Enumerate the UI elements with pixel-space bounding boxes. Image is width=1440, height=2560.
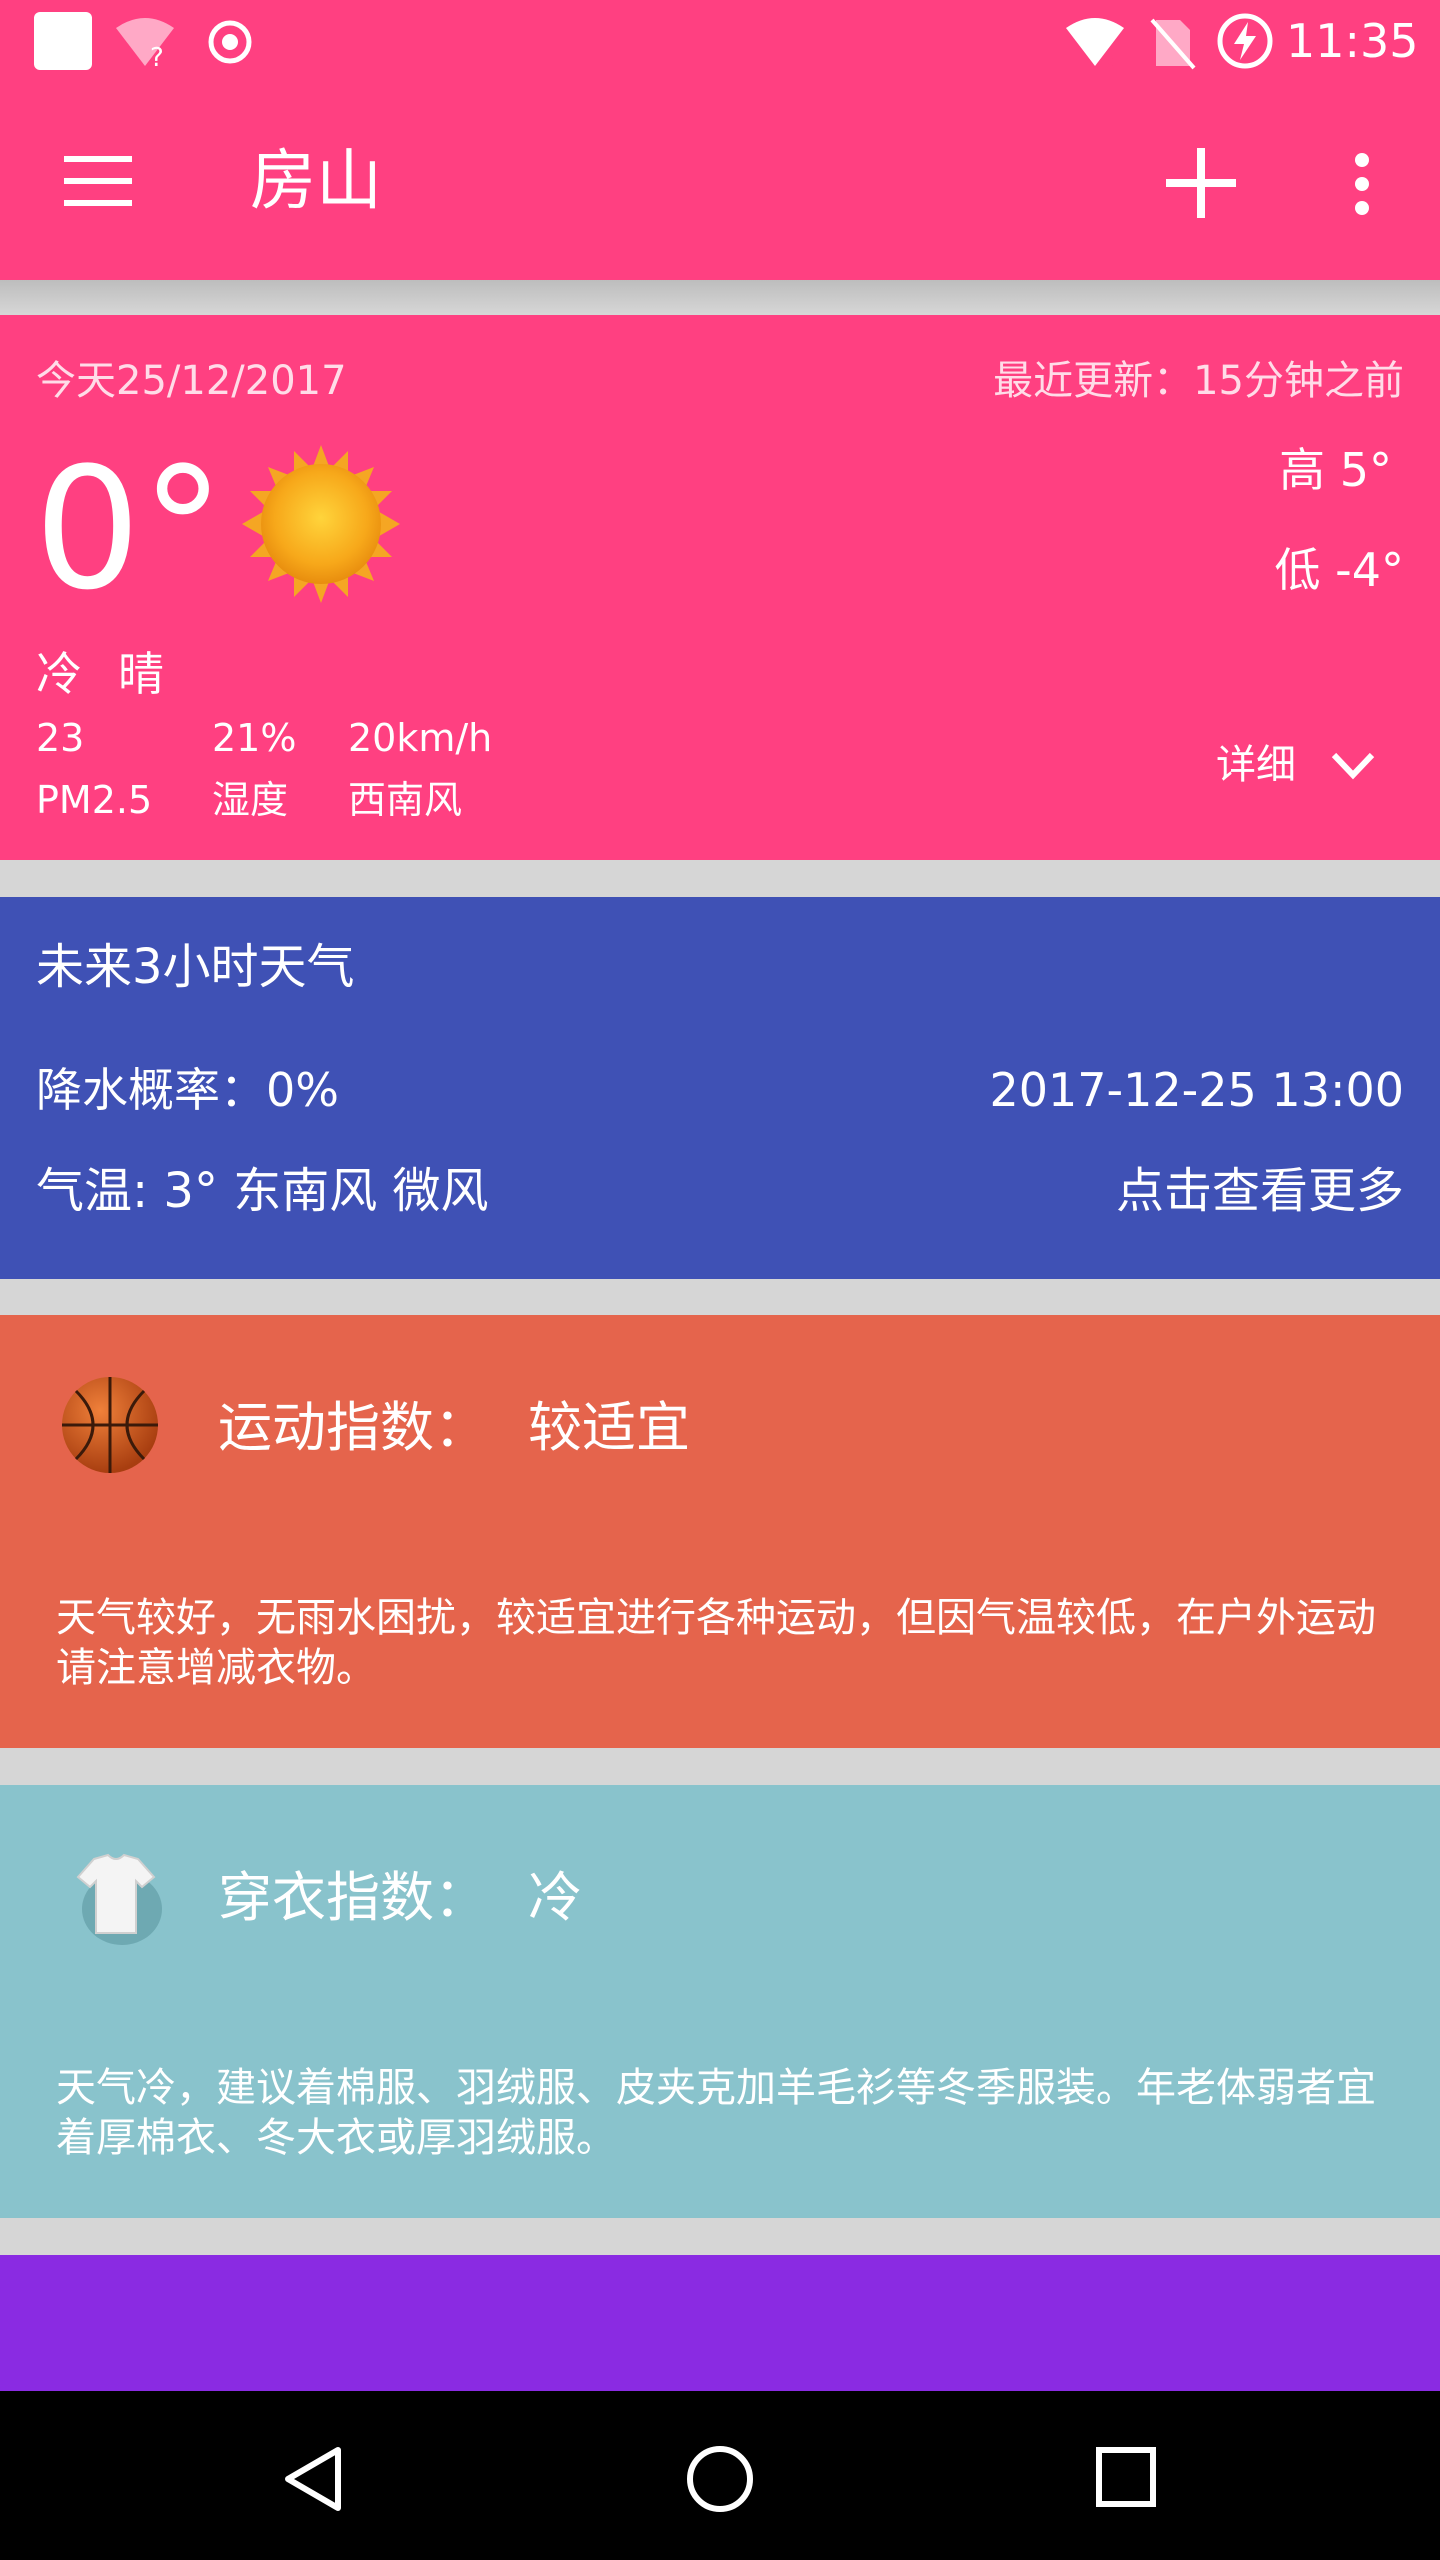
recents-icon[interactable] [1096,2447,1156,2507]
forecast-title: 未来3小时天气 [36,939,355,995]
wind-direction-label: 西南风 [348,778,463,822]
see-more-link[interactable]: 点击查看更多 [1116,1167,1404,1215]
precipitation-probability: 降水概率：0% [36,1063,339,1117]
sport-index-value: 较适宜 [528,1396,690,1459]
chevron-down-icon[interactable] [1330,751,1376,781]
sun-icon [242,445,400,603]
toolbar-shadow [0,280,1440,314]
sport-index-description: 天气较好，无雨水困扰，较适宜进行各种运动，但因气温较低，在户外运动请注意增减衣物… [56,1595,1376,1691]
battery-charging-icon [1217,13,1273,69]
high-temperature: 高 5° [1279,443,1392,497]
home-icon[interactable] [686,2445,754,2513]
low-temperature: 低 -4° [1274,543,1405,597]
record-icon [208,20,252,64]
next-index-card[interactable] [0,2255,1440,2391]
humidity-label: 湿度 [212,778,289,822]
last-updated: 最近更新：15分钟之前 [993,358,1404,404]
wifi-question-icon: ? [116,18,174,70]
basketball-icon [62,1377,158,1473]
no-sim-icon [1150,18,1196,70]
clothing-index-description: 天气冷，建议着棉服、羽绒服、皮夹克加羊毛衫等冬季服装。年老体弱者宜着厚棉衣、冬大… [56,2065,1376,2161]
clothing-index-card[interactable]: 穿衣指数： 冷 天气冷，建议着棉服、羽绒服、皮夹克加羊毛衫等冬季服装。年老体弱者… [0,1785,1440,2218]
sport-index-label: 运动指数： [218,1396,488,1459]
toolbar: 房山 [0,84,1440,280]
menu-icon[interactable] [64,156,132,206]
forecast-3h-card[interactable]: 未来3小时天气 降水概率：0% 2017-12-25 13:00 气温: 3° … [0,897,1440,1279]
more-vert-icon[interactable] [1350,152,1374,216]
current-temperature: 0° [34,431,225,627]
status-time: 11:35 [1286,14,1419,68]
add-icon[interactable] [1166,148,1236,218]
page-title: 房山 [250,142,382,219]
notification-square-icon [34,12,92,70]
app-header: ? x 11:35 房山 [0,0,1440,280]
forecast-datetime: 2017-12-25 13:00 [989,1063,1404,1117]
svg-text:?: ? [150,43,164,70]
svg-text:x: x [1102,49,1115,70]
wifi-icon: x [1066,18,1124,70]
feel-label: 冷 [36,647,82,701]
clothing-index-label: 穿衣指数： [218,1866,488,1929]
detail-toggle[interactable]: 详细 [1216,745,1296,785]
humidity-value: 21% [212,716,297,760]
back-icon[interactable] [282,2445,344,2513]
status-bar: ? x 11:35 [0,0,1440,84]
tshirt-icon [76,1853,162,1945]
clothing-index-value: 冷 [528,1866,582,1929]
condition-label: 晴 [118,647,164,701]
wind-speed-value: 20km/h [348,716,493,760]
forecast-temp-wind: 气温: 3° 东南风 微风 [36,1163,489,1219]
pm25-value: 23 [36,716,85,760]
today-date: 今天25/12/2017 [36,358,347,404]
today-weather-card[interactable]: 今天25/12/2017 最近更新：15分钟之前 0° 高 5° 低 -4° 冷… [0,315,1440,860]
pm25-label: PM2.5 [36,778,153,822]
navigation-bar [0,2391,1440,2560]
sport-index-card[interactable]: 运动指数： 较适宜 天气较好，无雨水困扰，较适宜进行各种运动，但因气温较低，在户… [0,1315,1440,1748]
